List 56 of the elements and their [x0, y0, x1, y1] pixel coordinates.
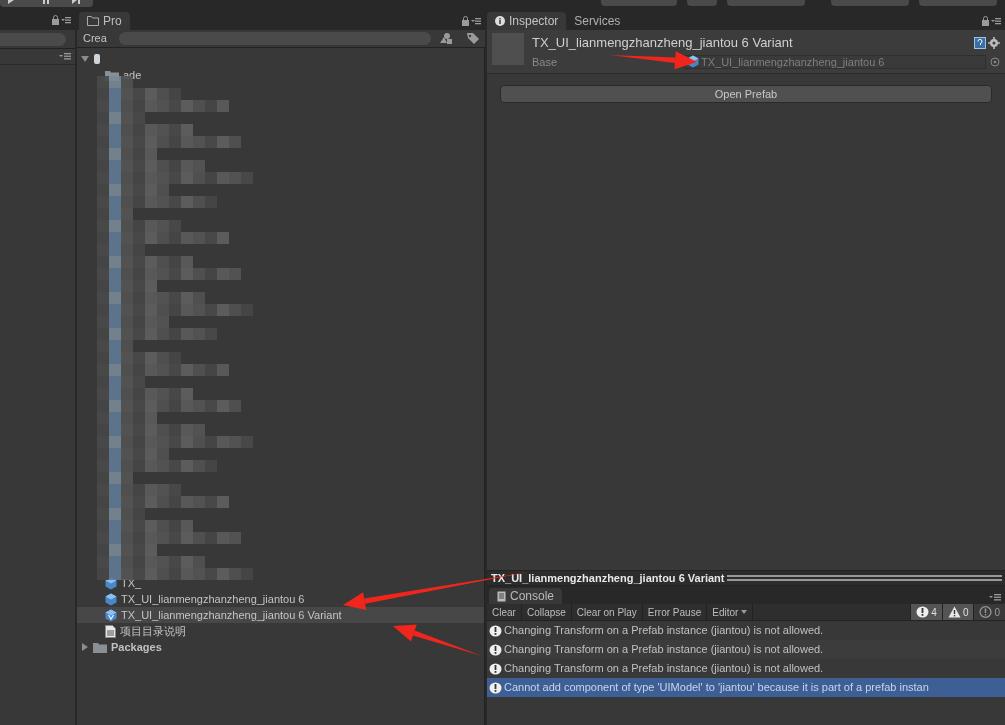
dropdown-menu-icon[interactable]	[59, 53, 71, 60]
info-icon	[489, 681, 502, 694]
item-label: TX_	[121, 575, 142, 591]
folder-icon	[93, 641, 107, 653]
info-icon	[495, 16, 505, 26]
log-counter-toggle[interactable]: 0	[941, 604, 974, 620]
collapsed-arrow-icon[interactable]	[81, 643, 89, 651]
info-icon	[489, 662, 502, 675]
item-label: 项目目录说明	[120, 623, 186, 639]
caret-icon	[741, 610, 748, 614]
lock-icon[interactable]	[51, 15, 71, 25]
log-entry[interactable]: Cannot add component of type 'UIModel' to 'jiantou' because it is part of a prefab instan	[487, 678, 1005, 697]
lock-icon[interactable]	[981, 16, 1001, 26]
panel-tab[interactable]: Services	[566, 12, 629, 30]
info-icon	[916, 606, 930, 618]
lock-icon[interactable]	[461, 16, 481, 26]
preview-title: TX_UI_lianmengzhanzheng_jiantou 6 Variant	[491, 570, 725, 586]
create-button[interactable]: Crea	[83, 30, 115, 47]
drag-handle[interactable]	[726, 575, 1002, 581]
tree-item[interactable]: TX_UI_lianmengzhanzheng_jiantou 6 Variant	[77, 607, 484, 623]
base-label: Base	[532, 55, 558, 68]
dropdown-menu-icon[interactable]	[989, 594, 1001, 601]
item-label: TX_UI_lianmengzhanzheng_jiantou 6 Variant	[121, 607, 342, 623]
info-icon	[489, 643, 502, 656]
log-counter-toggle[interactable]: 0	[973, 604, 1005, 620]
log-counter-toggle[interactable]: 4	[910, 604, 942, 620]
prefab-variant-icon	[105, 608, 117, 622]
console-icon	[497, 590, 506, 602]
error-icon	[979, 606, 993, 618]
toolbar-button[interactable]: Error Pause	[642, 604, 708, 620]
cube-icon	[105, 592, 117, 606]
expanded-arrow-icon[interactable]	[81, 55, 89, 63]
info-icon	[489, 624, 502, 637]
asset-title: TX_UI_lianmengzhanzheng_jiantou 6 Variant	[532, 34, 793, 52]
editor-dropdown[interactable]: Editor	[707, 604, 754, 620]
warning-icon	[947, 606, 961, 618]
tree-item[interactable]: 项目目录说明	[77, 623, 484, 639]
project-tab[interactable]: Pro	[79, 12, 130, 30]
toolbar-button[interactable]: Clear on Play	[571, 604, 643, 620]
settings-icon[interactable]	[988, 36, 1000, 49]
item-label: Packages	[111, 639, 162, 655]
tree-item[interactable]: Packages	[77, 639, 484, 655]
tree-item[interactable]: TX_UI_lianmengzhanzheng_jiantou 6	[77, 591, 484, 607]
item-label: ade	[123, 67, 142, 83]
log-entry[interactable]: Changing Transform on a Prefab instance (jiantou) is not allowed.	[487, 640, 1005, 659]
item-label: TX_UI_lianmengzhanzheng_jiantou 6	[121, 591, 305, 607]
toolbar-button[interactable]: Collapse	[521, 604, 572, 620]
open-prefab-button[interactable]: Open Prefab	[500, 85, 992, 103]
toolbar-button[interactable]: Clear	[487, 604, 522, 620]
folder-icon	[87, 16, 99, 26]
object-picker-icon[interactable]	[990, 56, 1000, 67]
panel-tab[interactable]: Inspector	[487, 12, 567, 30]
root-icon	[93, 53, 101, 65]
console-tab[interactable]: Console	[489, 588, 563, 604]
help-icon[interactable]	[974, 36, 986, 49]
document-icon	[105, 624, 116, 638]
